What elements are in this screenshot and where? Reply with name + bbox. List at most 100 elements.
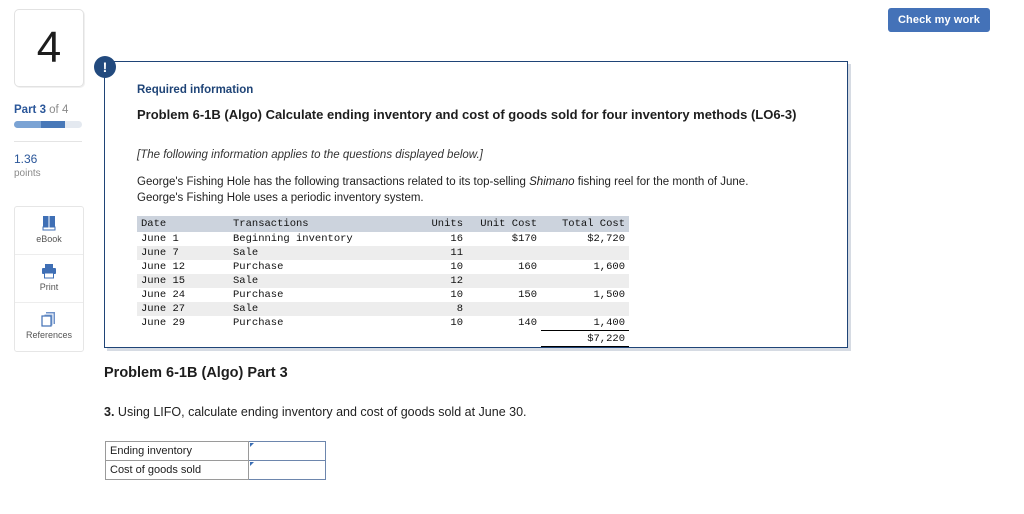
cell-unit-cost: 140 — [518, 317, 537, 330]
cell-units: 8 — [456, 303, 463, 315]
transactions-table: Date Transactions Units Unit Cost Total … — [137, 216, 629, 347]
cell-date: June 29 — [141, 317, 186, 330]
sidebar-item-references[interactable]: References — [15, 303, 83, 351]
cell-units: 10 — [450, 261, 463, 273]
answer-input-cell-ending-inventory[interactable] — [248, 441, 326, 461]
cell-transaction: Sale — [233, 275, 259, 287]
question-body: Using LIFO, calculate ending inventory a… — [114, 405, 527, 419]
cell-units: 11 — [450, 247, 463, 259]
table-row: June 1 Beginning inventory 16 $170 $2,72… — [137, 232, 629, 246]
cell-unit-cost — [467, 246, 541, 260]
answer-row-cost-of-goods-sold: Cost of goods sold — [105, 460, 326, 480]
cell-transaction: Purchase — [233, 289, 284, 301]
intro-paragraph: George's Fishing Hole has the following … — [137, 174, 827, 206]
ebook-icon — [15, 213, 83, 233]
cell-unit-cost: 150 — [518, 289, 537, 301]
table-row: June 12 Purchase 10 160 1,600 — [137, 260, 629, 274]
intro-text-part-2: fishing reel for the month of June. — [574, 176, 749, 188]
cost-of-goods-sold-input[interactable] — [249, 461, 325, 480]
table-row: June 15 Sale 12 — [137, 274, 629, 288]
cell-marker-icon — [250, 443, 254, 447]
cell-units: 16 — [450, 233, 463, 245]
answer-input-cell-cost-of-goods-sold[interactable] — [248, 460, 326, 480]
part-progress-label: Part 3 of 4 — [14, 104, 68, 116]
sidebar-item-print-label: Print — [39, 282, 59, 292]
cell-total-cost: 1,500 — [593, 289, 625, 301]
cell-total-cost: 1,400 — [541, 316, 629, 331]
question-prompt: 3. Using LIFO, calculate ending inventor… — [104, 405, 527, 419]
part-progress-total: of 4 — [45, 104, 69, 116]
cell-transaction: Sale — [233, 303, 259, 315]
cell-total-cost — [541, 302, 629, 316]
exclamation-icon: ! — [94, 56, 116, 78]
progress-segment-1 — [14, 121, 41, 128]
cell-units — [409, 330, 467, 347]
column-header-total-cost: Total Cost — [541, 216, 629, 232]
table-row: June 24 Purchase 10 150 1,500 — [137, 288, 629, 302]
table-row: June 27 Sale 8 — [137, 302, 629, 316]
table-row: June 7 Sale 11 — [137, 246, 629, 260]
points-label: points — [14, 168, 41, 179]
cell-units: 10 — [450, 289, 463, 301]
column-header-date: Date — [137, 216, 229, 232]
problem-title: Problem 6-1B (Algo) Calculate ending inv… — [137, 107, 797, 122]
cell-date: June 15 — [141, 275, 186, 287]
cell-total-cost: 1,600 — [593, 261, 625, 273]
cell-unit-cost: $170 — [511, 233, 537, 245]
cell-marker-icon — [250, 462, 254, 466]
intro-text-part-1: George's Fishing Hole has the following … — [137, 176, 530, 188]
cell-date: June 24 — [141, 289, 186, 301]
part-progress-current: Part 3 — [14, 104, 46, 116]
cell-unit-cost: 160 — [518, 261, 537, 273]
answer-label-cost-of-goods-sold: Cost of goods sold — [105, 460, 249, 480]
part-progress-bar — [14, 121, 82, 128]
brand-name-emphasis: Shimano — [529, 176, 575, 188]
column-header-units: Units — [409, 216, 467, 232]
answer-table: Ending inventory Cost of goods sold — [105, 441, 326, 480]
progress-segment-2 — [41, 121, 65, 128]
part-heading: Problem 6-1B (Algo) Part 3 — [104, 365, 288, 381]
table-total-row: $7,220 — [137, 330, 629, 347]
references-icon — [15, 309, 83, 329]
intro-text-part-3: George's Fishing Hole uses a periodic in… — [137, 192, 424, 204]
cell-units: 12 — [450, 275, 463, 287]
cell-transaction — [229, 330, 409, 347]
check-my-work-button[interactable]: Check my work — [888, 8, 990, 32]
cell-transaction: Sale — [233, 247, 259, 259]
required-information-panel: Required information Problem 6-1B (Algo)… — [104, 61, 848, 348]
column-header-unit-cost: Unit Cost — [467, 216, 541, 232]
question-number-card: 4 — [14, 9, 84, 87]
cell-transaction: Purchase — [233, 317, 284, 330]
cell-date: June 27 — [141, 303, 186, 315]
sidebar-tools: eBook Print References — [14, 206, 84, 352]
cell-units: 10 — [450, 317, 463, 330]
cell-date: June 7 — [141, 247, 179, 259]
sidebar-item-ebook-label: eBook — [36, 234, 62, 244]
answer-row-ending-inventory: Ending inventory — [105, 441, 326, 461]
cell-total-cost — [541, 246, 629, 260]
sidebar-item-print[interactable]: Print — [15, 255, 83, 303]
sidebar-divider — [14, 141, 82, 142]
sidebar-item-ebook[interactable]: eBook — [15, 207, 83, 255]
required-information-label: Required information — [137, 84, 254, 96]
cell-transaction: Beginning inventory — [233, 233, 353, 245]
cell-unit-cost — [467, 274, 541, 288]
cell-date — [137, 330, 229, 347]
ending-inventory-input[interactable] — [249, 442, 325, 461]
column-header-transactions: Transactions — [229, 216, 409, 232]
cell-total-cost: $2,720 — [587, 233, 625, 245]
sidebar-item-references-label: References — [25, 330, 73, 340]
cell-transaction: Purchase — [233, 261, 284, 273]
points-value: 1.36 — [14, 152, 38, 166]
cell-date: June 12 — [141, 261, 186, 273]
printer-icon — [15, 261, 83, 281]
cell-grand-total-cost: $7,220 — [541, 330, 629, 347]
cell-date: June 1 — [141, 233, 179, 245]
cell-unit-cost — [467, 302, 541, 316]
table-header-row: Date Transactions Units Unit Cost Total … — [137, 216, 629, 232]
question-number: 3. — [104, 405, 115, 419]
cell-unit-cost — [467, 330, 541, 347]
table-row: June 29 Purchase 10 140 1,400 — [137, 316, 629, 331]
question-sidebar: 4 Part 3 of 4 1.36 points eBook Print Re… — [0, 0, 96, 514]
question-number: 4 — [36, 23, 62, 72]
